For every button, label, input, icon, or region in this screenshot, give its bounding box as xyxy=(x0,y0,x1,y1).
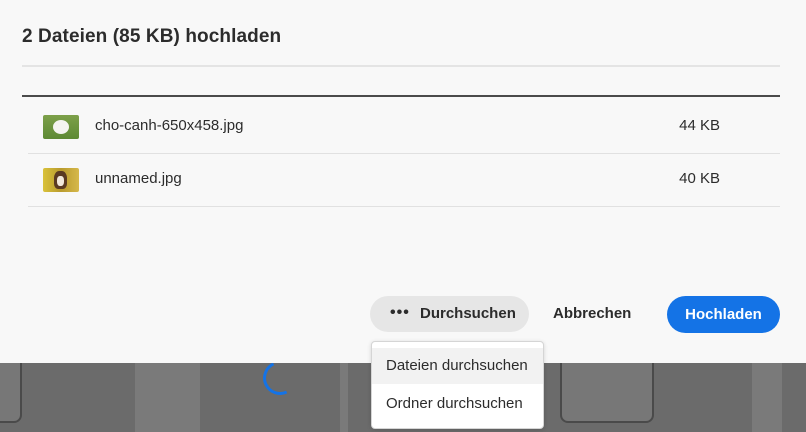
file-row: unnamed.jpg 40 KB xyxy=(28,154,780,207)
file-list-top-border xyxy=(22,95,780,97)
upload-button[interactable]: Hochladen xyxy=(667,296,780,333)
cancel-button[interactable]: Abbrechen xyxy=(553,305,631,322)
browse-button[interactable]: ••• Durchsuchen xyxy=(370,296,529,332)
file-size: 44 KB xyxy=(679,117,720,134)
menu-item-browse-files[interactable]: Dateien durchsuchen xyxy=(372,348,543,384)
background-card xyxy=(0,355,22,423)
puppy-in-flowers-image xyxy=(43,168,79,192)
file-name: unnamed.jpg xyxy=(95,170,182,187)
menu-item-label: Ordner durchsuchen xyxy=(386,395,523,412)
title-divider xyxy=(22,65,780,67)
menu-item-browse-folder[interactable]: Ordner durchsuchen xyxy=(372,386,543,422)
upload-dialog: 2 Dateien (85 KB) hochladen cho-canh-650… xyxy=(0,0,806,363)
white-dog-on-grass-image xyxy=(43,115,79,139)
file-name: cho-canh-650x458.jpg xyxy=(95,117,244,134)
background-column xyxy=(340,363,348,432)
menu-item-label: Dateien durchsuchen xyxy=(386,357,528,374)
background-column xyxy=(752,363,782,432)
more-dots-icon: ••• xyxy=(390,304,410,321)
browse-menu: Dateien durchsuchen Ordner durchsuchen xyxy=(371,341,544,429)
dialog-title: 2 Dateien (85 KB) hochladen xyxy=(22,26,282,47)
file-row: cho-canh-650x458.jpg 44 KB xyxy=(28,101,780,154)
file-size: 40 KB xyxy=(679,170,720,187)
background-column xyxy=(135,363,200,432)
browse-button-label: Durchsuchen xyxy=(420,305,516,322)
background-card xyxy=(560,355,654,423)
